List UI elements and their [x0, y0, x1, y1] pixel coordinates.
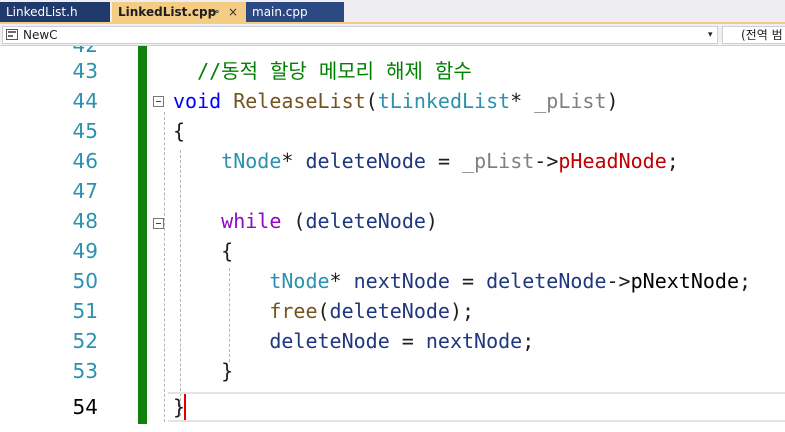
- line-number-current: 54: [72, 395, 98, 419]
- collapse-icon[interactable]: [153, 96, 164, 107]
- line-number: 46: [72, 149, 98, 173]
- current-line-highlight: [168, 392, 785, 422]
- chevron-down-icon[interactable]: ▾: [708, 27, 713, 43]
- member-dropdown-value: (전역 범: [741, 28, 783, 42]
- scope-dropdown[interactable]: NewC ▾: [2, 26, 718, 44]
- variable: nextNode: [425, 329, 523, 353]
- pin-icon[interactable]: ⊸: [210, 2, 219, 22]
- member: pHeadNode: [558, 149, 667, 173]
- tab-label: LinkedList.cpp: [118, 5, 217, 19]
- navigation-bar: NewC ▾ (전역 범: [0, 24, 785, 46]
- type-name: tNode: [269, 269, 330, 293]
- variable: nextNode: [353, 269, 450, 293]
- line-number: 48: [72, 209, 98, 233]
- variable: deleteNode: [486, 269, 607, 293]
- variable: deleteNode: [305, 149, 426, 173]
- parameter: _pList: [462, 149, 535, 173]
- tab-linkedlist-h[interactable]: LinkedList.h: [0, 2, 110, 22]
- collapse-icon[interactable]: [153, 218, 164, 229]
- keyword: void: [173, 89, 222, 113]
- member-dropdown[interactable]: (전역 범: [722, 26, 785, 44]
- close-icon[interactable]: ×: [228, 2, 238, 22]
- code-line-48: while (deleteNode): [221, 209, 438, 233]
- line-number: 49: [72, 239, 98, 263]
- code-editor[interactable]: 42 43 44 45 46 47 48 49 50 51 52 53 54 /…: [0, 46, 785, 432]
- line-number: 50: [72, 269, 98, 293]
- line-number: 45: [72, 119, 98, 143]
- code-line-43: //동적 할당 메모리 해제 함수: [173, 56, 472, 86]
- code-line-45: {: [173, 119, 186, 143]
- scope-dropdown-value: NewC: [23, 28, 58, 42]
- line-number: 53: [72, 359, 98, 383]
- variable: deleteNode: [329, 299, 450, 323]
- line-number: 52: [72, 329, 98, 353]
- code-line-53: }: [221, 359, 234, 383]
- type-name: tLinkedList: [377, 89, 511, 113]
- class-icon: [6, 29, 18, 40]
- code-line-51: free(deleteNode);: [269, 299, 475, 323]
- change-tracking-bar: [138, 46, 147, 424]
- code-line-44: void ReleaseList(tLinkedList* _pList): [173, 89, 619, 113]
- code-line-50: tNode* nextNode = deleteNode->pNextNode;: [269, 269, 752, 293]
- function-name: free: [269, 299, 318, 323]
- variable: deleteNode: [305, 209, 426, 233]
- comment: //동적 할당 메모리 해제 함수: [197, 59, 472, 83]
- tab-label: LinkedList.h: [6, 5, 78, 19]
- member: pNextNode: [630, 269, 739, 293]
- type-name: tNode: [221, 149, 282, 173]
- line-number: 43: [72, 59, 98, 83]
- code-line-49: {: [221, 239, 234, 263]
- variable: deleteNode: [269, 329, 390, 353]
- tab-label: main.cpp: [252, 5, 308, 19]
- tab-linkedlist-cpp[interactable]: LinkedList.cpp ⊸ ×: [112, 2, 246, 22]
- keyword: while: [221, 209, 282, 233]
- text-caret: [184, 394, 186, 420]
- code-line-46: tNode* deleteNode = _pList->pHeadNode;: [221, 149, 679, 173]
- line-number: 47: [72, 179, 98, 203]
- fold-region-line: [164, 112, 165, 422]
- parameter: _pList: [534, 89, 607, 113]
- line-number-margin: 42 43 44 45 46 47 48 49 50 51 52 53 54: [0, 46, 100, 432]
- line-number: 51: [72, 299, 98, 323]
- function-name: ReleaseList: [233, 89, 366, 113]
- line-number: 44: [72, 89, 98, 113]
- tab-main-cpp[interactable]: main.cpp: [246, 2, 344, 22]
- document-tab-strip: LinkedList.h LinkedList.cpp ⊸ × main.cpp: [0, 0, 785, 22]
- code-line-52: deleteNode = nextNode;: [269, 329, 535, 353]
